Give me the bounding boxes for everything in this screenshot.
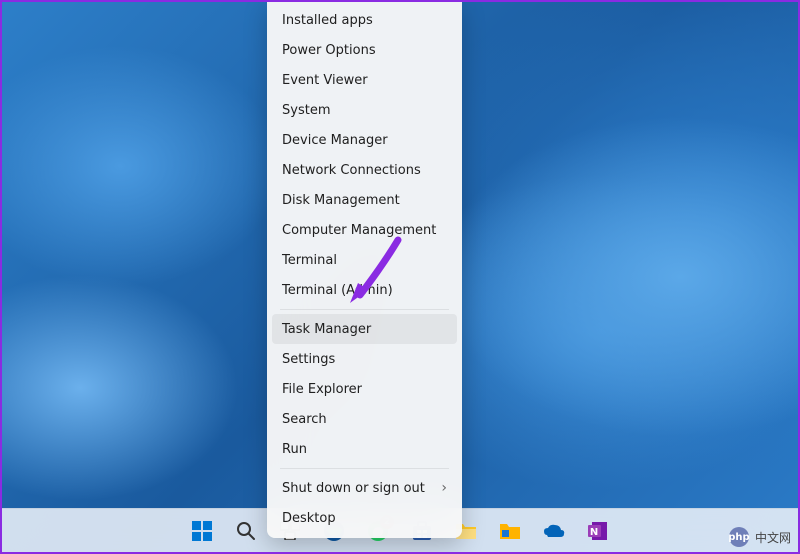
search-icon[interactable] <box>227 512 265 550</box>
menu-item-computer-management[interactable]: Computer Management <box>272 215 457 245</box>
menu-item-terminal[interactable]: Terminal <box>272 245 457 275</box>
menu-item-event-viewer[interactable]: Event Viewer <box>272 65 457 95</box>
menu-item-power-options[interactable]: Power Options <box>272 35 457 65</box>
menu-item-file-explorer[interactable]: File Explorer <box>272 374 457 404</box>
menu-item-label: Power Options <box>282 43 376 58</box>
menu-item-network-connections[interactable]: Network Connections <box>272 155 457 185</box>
menu-item-label: Task Manager <box>282 322 371 337</box>
menu-item-label: Computer Management <box>282 223 436 238</box>
onedrive-icon[interactable] <box>535 512 573 550</box>
watermark-text: 中文网 <box>755 529 791 546</box>
menu-item-settings[interactable]: Settings <box>272 344 457 374</box>
menu-item-label: Network Connections <box>282 163 421 178</box>
menu-item-label: Installed apps <box>282 13 373 28</box>
watermark-logo-icon: php <box>729 527 749 547</box>
menu-item-label: Settings <box>282 352 335 367</box>
menu-item-run[interactable]: Run <box>272 434 457 464</box>
menu-item-label: Terminal (Admin) <box>282 283 393 298</box>
menu-separator <box>280 468 449 469</box>
menu-item-label: Search <box>282 412 327 427</box>
menu-item-label: Event Viewer <box>282 73 368 88</box>
start-icon[interactable] <box>183 512 221 550</box>
menu-item-disk-management[interactable]: Disk Management <box>272 185 457 215</box>
menu-item-system[interactable]: System <box>272 95 457 125</box>
menu-item-label: Device Manager <box>282 133 388 148</box>
menu-item-label: Run <box>282 442 307 457</box>
menu-item-label: Disk Management <box>282 193 400 208</box>
menu-item-task-manager[interactable]: Task Manager <box>272 314 457 344</box>
menu-item-label: System <box>282 103 330 118</box>
menu-item-desktop[interactable]: Desktop <box>272 503 457 533</box>
menu-item-search[interactable]: Search <box>272 404 457 434</box>
menu-separator <box>280 309 449 310</box>
menu-item-installed-apps[interactable]: Installed apps <box>272 5 457 35</box>
menu-item-shutdown[interactable]: Shut down or sign out <box>272 473 457 503</box>
winx-context-menu: Installed apps Power Options Event Viewe… <box>267 0 462 538</box>
explorer-window-icon[interactable] <box>491 512 529 550</box>
menu-item-device-manager[interactable]: Device Manager <box>272 125 457 155</box>
onenote-icon[interactable]: N <box>579 512 617 550</box>
menu-item-label: File Explorer <box>282 382 362 397</box>
menu-item-label: Desktop <box>282 511 336 526</box>
menu-item-terminal-admin[interactable]: Terminal (Admin) <box>272 275 457 305</box>
watermark: php 中文网 <box>729 527 791 547</box>
svg-text:N: N <box>590 527 598 538</box>
menu-item-label: Terminal <box>282 253 337 268</box>
menu-item-label: Shut down or sign out <box>282 481 425 496</box>
